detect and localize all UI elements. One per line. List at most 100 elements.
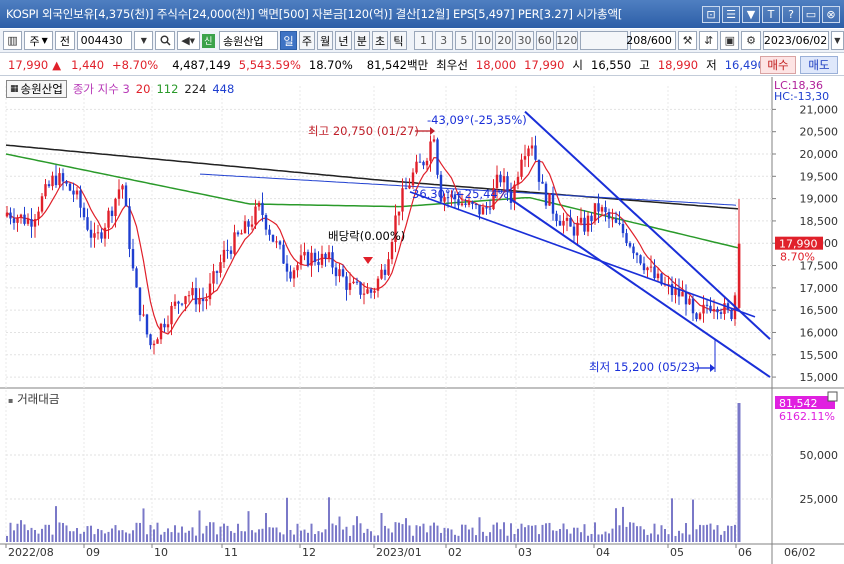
date-input[interactable]: 2023/06/02 <box>762 31 829 50</box>
candle-body <box>282 244 285 264</box>
legend-stock[interactable]: ▦ 송원산업 <box>6 80 67 98</box>
candle-body <box>327 252 331 259</box>
candle-body <box>187 295 191 297</box>
x-tick-label: 05 <box>670 546 684 559</box>
minimize-icon[interactable]: ▭ <box>802 5 820 23</box>
pin-icon[interactable]: ▼ <box>742 5 760 23</box>
custom-interval-input[interactable] <box>579 31 628 50</box>
interval-1[interactable]: 1 <box>414 31 433 50</box>
candle-body <box>502 176 506 183</box>
settings-icon[interactable]: ⚙ <box>741 31 761 50</box>
volume-bar <box>265 513 267 542</box>
candle-body <box>397 211 401 216</box>
prev-button[interactable]: 전 <box>55 31 75 50</box>
interval-120[interactable]: 120 <box>555 31 578 50</box>
candle-body <box>376 278 380 291</box>
menu-icon[interactable]: ☰ <box>722 5 740 23</box>
tab-period-second[interactable]: 초 <box>371 31 389 50</box>
candle-body <box>590 215 593 222</box>
search-icon[interactable] <box>155 31 175 50</box>
candle-body <box>82 207 86 218</box>
volume-bar <box>713 529 715 542</box>
candle-body <box>551 193 555 214</box>
close-icon[interactable]: ⊗ <box>822 5 840 23</box>
candle-body <box>191 288 194 296</box>
tab-period-month[interactable]: 월 <box>317 31 334 50</box>
y-tick-label: 20,000 <box>800 148 839 161</box>
candle-body <box>79 190 82 208</box>
candle-body <box>121 185 124 190</box>
volume-bar <box>716 525 719 542</box>
candle-body <box>408 185 411 189</box>
market-select[interactable]: 주 ▼ <box>24 31 54 50</box>
indicator-icon[interactable]: ⇵ <box>699 31 719 50</box>
candle-body <box>583 217 586 232</box>
volume-bar <box>338 516 341 542</box>
calendar-dropdown-icon[interactable]: ▼ <box>830 31 844 50</box>
tab-period-week[interactable]: 주 <box>298 31 316 50</box>
candle-body <box>467 201 471 205</box>
candle-body <box>75 190 79 195</box>
volume-bar <box>489 532 491 542</box>
tab-period-tick[interactable]: 틱 <box>390 31 407 50</box>
restore-icon[interactable]: ⊡ <box>702 5 720 23</box>
open-label: 시 <box>572 57 583 72</box>
font-icon[interactable]: T <box>762 5 780 23</box>
volume-bar <box>114 525 117 542</box>
candle-body <box>229 250 233 254</box>
vol-tick-label: 50,000 <box>800 449 839 462</box>
price-chart[interactable]: 21,00020,50020,00019,50019,00018,50018,0… <box>0 77 844 564</box>
interval-20[interactable]: 20 <box>495 31 514 50</box>
volume-bar <box>384 525 386 542</box>
candle-body <box>23 214 26 224</box>
layout-icon[interactable]: ▥ <box>3 31 23 50</box>
tab-period-minute[interactable]: 분 <box>353 31 370 50</box>
candle-body <box>523 156 527 160</box>
volume-bar <box>636 526 638 542</box>
candle-body <box>68 183 72 191</box>
tab-period-year[interactable]: 년 <box>335 31 352 50</box>
candle-body <box>128 206 131 250</box>
volume-bar <box>702 525 705 542</box>
volume-current-label: 81,542 <box>779 397 818 410</box>
candle-body <box>387 259 390 275</box>
volume-bar <box>629 522 631 542</box>
volume-bar <box>146 534 148 542</box>
candle-body <box>30 219 33 227</box>
volume-bar <box>314 534 316 542</box>
tab-period-day[interactable]: 일 <box>280 31 297 50</box>
candle-body <box>352 281 355 284</box>
candle-body <box>369 289 373 293</box>
interval-60[interactable]: 60 <box>535 31 554 50</box>
save-icon[interactable]: ▣ <box>720 31 740 50</box>
y-tick-label: 21,000 <box>800 103 839 116</box>
candle-body <box>716 308 719 313</box>
volume-bar <box>48 524 50 542</box>
volume-bar <box>541 524 544 542</box>
candle-body <box>411 172 415 186</box>
code-dropdown-icon[interactable]: ▼ <box>134 31 154 50</box>
candle-body <box>345 276 348 290</box>
candle-body <box>240 233 243 235</box>
stock-code-input[interactable]: 004430 <box>76 31 133 50</box>
annotation-high: 최고 20,750 (01/27) <box>308 124 419 138</box>
interval-10[interactable]: 10 <box>475 31 494 50</box>
count-display[interactable]: 208/600 <box>626 31 676 50</box>
candle-body <box>691 298 695 314</box>
buy-button[interactable]: 매수 <box>760 56 796 74</box>
candle-body <box>212 271 215 284</box>
tools-icon[interactable]: ⚒ <box>677 31 698 50</box>
candle-body <box>355 281 359 283</box>
sound-icon[interactable]: ◀ ▼ <box>176 31 200 50</box>
interval-5[interactable]: 5 <box>454 31 473 50</box>
help-icon[interactable]: ? <box>782 5 800 23</box>
interval-3[interactable]: 3 <box>434 31 453 50</box>
volume-value: 4,487,149 <box>172 57 231 72</box>
interval-30[interactable]: 30 <box>515 31 534 50</box>
volume-bar <box>562 523 565 542</box>
annotation-trend-up: 36,30°(+25,44%) <box>412 187 513 201</box>
volume-bar <box>202 533 204 542</box>
candle-body <box>12 218 16 223</box>
sell-button[interactable]: 매도 <box>800 56 838 74</box>
volume-bar <box>282 534 285 542</box>
